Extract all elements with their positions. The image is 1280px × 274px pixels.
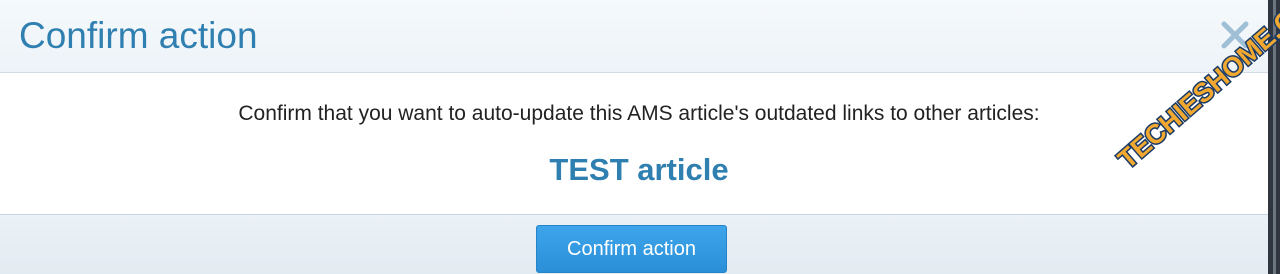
dialog-title: Confirm action: [19, 15, 258, 56]
confirm-message: Confirm that you want to auto-update thi…: [238, 102, 1040, 125]
scrollbar-thumb[interactable]: [1273, 0, 1276, 274]
dialog-body: Confirm that you want to auto-update thi…: [0, 73, 1268, 214]
dialog-footer: Confirm action: [0, 214, 1268, 274]
confirm-dialog: Confirm action Confirm that you want to …: [0, 0, 1280, 274]
confirm-action-button[interactable]: Confirm action: [536, 225, 727, 273]
dialog-header: Confirm action: [0, 0, 1268, 73]
close-icon[interactable]: [1218, 18, 1252, 52]
article-title: TEST article: [549, 152, 729, 187]
